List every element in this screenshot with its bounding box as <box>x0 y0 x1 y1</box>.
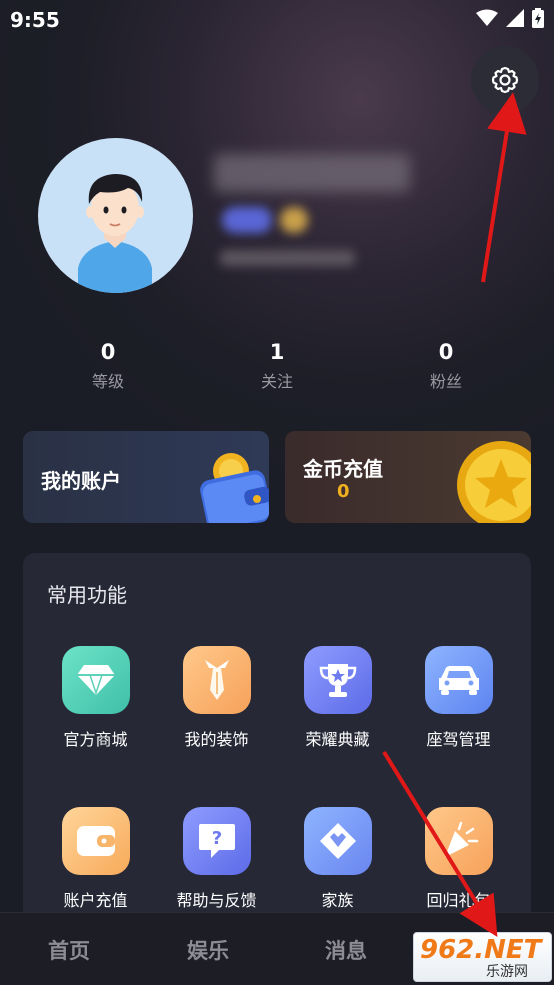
common-functions-panel: 常用功能 官方商城 我的装饰 荣耀典藏 座驾管理 账户充值 ? 帮助与反馈 家族… <box>23 553 531 933</box>
function-account-recharge[interactable]: 账户充值 <box>35 807 156 911</box>
trophy-icon <box>303 646 372 714</box>
coin-balance: 0 <box>337 481 350 502</box>
stat-level-value: 0 <box>100 340 116 364</box>
car-icon <box>424 646 493 714</box>
coin-recharge-title: 金币充值 <box>303 457 383 481</box>
function-label: 回归礼包 <box>426 891 491 910</box>
stat-fans-value: 0 <box>438 340 454 364</box>
nav-home[interactable]: 首页 <box>19 935 119 965</box>
svg-text:?: ? <box>211 828 221 849</box>
stat-fans[interactable]: 0 粉丝 <box>386 340 506 392</box>
coin-recharge-card[interactable]: 金币充值 0 <box>285 431 531 523</box>
stat-fans-label: 粉丝 <box>429 372 462 391</box>
function-label: 账户充值 <box>63 891 128 910</box>
stat-following[interactable]: 1 关注 <box>217 340 337 392</box>
gold-coin-icon <box>457 441 531 523</box>
wallet-icon <box>61 807 130 875</box>
nav-entertainment[interactable]: 娱乐 <box>158 935 258 965</box>
function-label: 座驾管理 <box>426 730 491 749</box>
gear-icon <box>491 66 519 94</box>
wallet-illustration-icon <box>200 453 269 523</box>
help-icon: ? <box>182 807 251 875</box>
family-icon <box>303 807 372 875</box>
avatar-illustration <box>78 174 152 293</box>
stat-following-label: 关注 <box>260 372 293 391</box>
level-badge-blurred <box>222 207 272 233</box>
function-car-management[interactable]: 座驾管理 <box>398 646 519 750</box>
vip-badge-blurred <box>280 207 308 233</box>
stat-level[interactable]: 0 等级 <box>48 340 168 392</box>
function-help-feedback[interactable]: ? 帮助与反馈 <box>156 807 277 911</box>
avatar[interactable] <box>38 138 193 293</box>
function-return-gift[interactable]: 回归礼包 <box>398 807 519 911</box>
function-official-mall[interactable]: 官方商城 <box>35 646 156 750</box>
watermark-logo: 962.NET 乐游网 <box>413 932 552 982</box>
panel-title: 常用功能 <box>47 583 127 607</box>
battery-icon <box>532 8 544 28</box>
stat-following-value: 1 <box>269 340 285 364</box>
watermark-sub: 乐游网 <box>486 964 528 980</box>
my-account-title: 我的账户 <box>41 469 121 493</box>
function-family[interactable]: 家族 <box>277 807 398 911</box>
status-icons <box>476 8 544 28</box>
user-id-blurred <box>220 250 355 266</box>
function-label: 官方商城 <box>63 730 128 749</box>
diamond-icon <box>61 646 130 714</box>
stat-level-label: 等级 <box>91 372 124 391</box>
status-bar: 9:55 <box>0 0 554 38</box>
my-account-card[interactable]: 我的账户 <box>23 431 269 523</box>
function-label: 我的装饰 <box>184 730 249 749</box>
function-label: 荣耀典藏 <box>305 730 370 749</box>
nav-messages[interactable]: 消息 <box>296 935 396 965</box>
function-label: 帮助与反馈 <box>176 891 257 910</box>
gift-icon <box>424 807 493 875</box>
settings-button[interactable] <box>471 46 539 114</box>
function-label: 家族 <box>321 891 354 910</box>
tie-icon <box>182 646 251 714</box>
function-my-decoration[interactable]: 我的装饰 <box>156 646 277 750</box>
function-honor-collection[interactable]: 荣耀典藏 <box>277 646 398 750</box>
wifi-icon <box>476 9 498 26</box>
username-blurred <box>214 154 410 192</box>
status-time: 9:55 <box>10 8 60 32</box>
signal-icon <box>506 9 524 27</box>
